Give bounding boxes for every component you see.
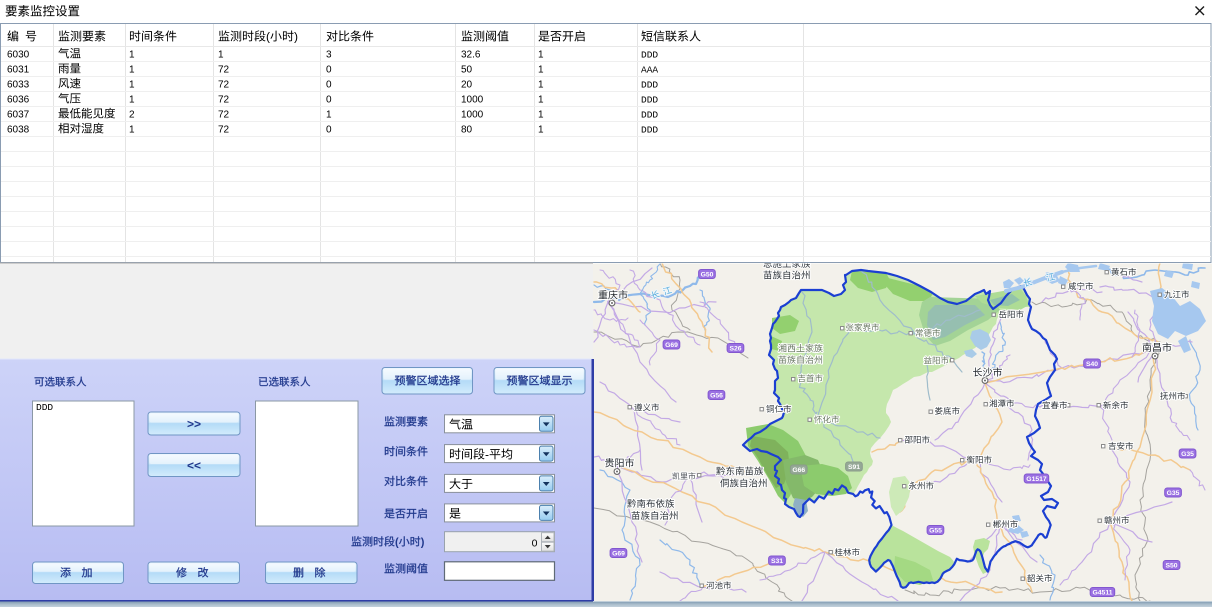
svg-text:72: 72 bbox=[218, 110, 230, 121]
svg-text:32.6: 32.6 bbox=[461, 50, 481, 61]
svg-text:(: ( bbox=[266, 30, 270, 44]
svg-text:1: 1 bbox=[538, 125, 544, 136]
svg-text:1: 1 bbox=[538, 95, 544, 106]
svg-text:50: 50 bbox=[461, 65, 473, 76]
svg-text:G56: G56 bbox=[710, 392, 723, 399]
svg-text:6030: 6030 bbox=[7, 50, 30, 61]
svg-text:G4511: G4511 bbox=[1092, 589, 1112, 596]
svg-text:): ) bbox=[421, 537, 425, 549]
svg-text:G66: G66 bbox=[792, 467, 805, 474]
svg-text:(: ( bbox=[395, 537, 399, 549]
svg-text:6031: 6031 bbox=[7, 65, 30, 76]
svg-text:1: 1 bbox=[538, 65, 544, 76]
svg-text:-: - bbox=[485, 447, 489, 461]
svg-text:DDD: DDD bbox=[641, 125, 658, 136]
svg-text:DDD: DDD bbox=[641, 80, 658, 91]
svg-text:DDD: DDD bbox=[641, 50, 658, 61]
svg-text:1: 1 bbox=[129, 80, 135, 91]
svg-text:S40: S40 bbox=[1086, 361, 1098, 368]
svg-text:1: 1 bbox=[129, 125, 135, 136]
svg-text:6033: 6033 bbox=[7, 80, 30, 91]
svg-text:S50: S50 bbox=[1165, 562, 1177, 569]
svg-text:20: 20 bbox=[461, 80, 473, 91]
svg-text:G1517: G1517 bbox=[1026, 476, 1047, 483]
svg-text:1000: 1000 bbox=[461, 95, 484, 106]
svg-text:G55: G55 bbox=[929, 527, 942, 534]
svg-text:6036: 6036 bbox=[7, 95, 30, 106]
svg-text:80: 80 bbox=[461, 125, 473, 136]
svg-text:<<: << bbox=[187, 459, 201, 473]
svg-text:1: 1 bbox=[326, 110, 332, 121]
svg-text:2: 2 bbox=[129, 110, 135, 121]
svg-text:G35: G35 bbox=[1167, 490, 1180, 497]
svg-text:S31: S31 bbox=[771, 558, 783, 565]
svg-text:72: 72 bbox=[218, 95, 230, 106]
svg-text:3: 3 bbox=[326, 50, 332, 61]
svg-text:G69: G69 bbox=[665, 342, 678, 349]
svg-text:1: 1 bbox=[129, 95, 135, 106]
svg-text:0: 0 bbox=[532, 537, 538, 549]
svg-text:>>: >> bbox=[187, 417, 201, 431]
svg-text:1: 1 bbox=[129, 65, 135, 76]
svg-text:0: 0 bbox=[326, 125, 332, 136]
svg-text:G50: G50 bbox=[701, 271, 714, 278]
svg-text:DDD: DDD bbox=[641, 110, 658, 121]
svg-text:S26: S26 bbox=[729, 345, 741, 352]
svg-text:1: 1 bbox=[129, 50, 135, 61]
svg-text:6038: 6038 bbox=[7, 125, 30, 136]
svg-text:AAA: AAA bbox=[641, 65, 658, 76]
svg-text:1: 1 bbox=[538, 80, 544, 91]
svg-text:1: 1 bbox=[538, 110, 544, 121]
svg-text:0: 0 bbox=[326, 80, 332, 91]
svg-text:0: 0 bbox=[326, 65, 332, 76]
svg-text:S91: S91 bbox=[848, 464, 860, 471]
svg-text:1: 1 bbox=[218, 50, 224, 61]
svg-text:72: 72 bbox=[218, 80, 230, 91]
svg-text:DDD: DDD bbox=[641, 95, 658, 106]
svg-text:G69: G69 bbox=[612, 550, 625, 557]
svg-text:72: 72 bbox=[218, 65, 230, 76]
svg-text:6037: 6037 bbox=[7, 110, 30, 121]
svg-text:): ) bbox=[294, 30, 298, 44]
svg-text:DDD: DDD bbox=[36, 402, 53, 413]
svg-text:72: 72 bbox=[218, 125, 230, 136]
svg-text:G35: G35 bbox=[1181, 451, 1194, 458]
svg-text:0: 0 bbox=[326, 95, 332, 106]
svg-text:1000: 1000 bbox=[461, 110, 484, 121]
svg-text:1: 1 bbox=[538, 50, 544, 61]
